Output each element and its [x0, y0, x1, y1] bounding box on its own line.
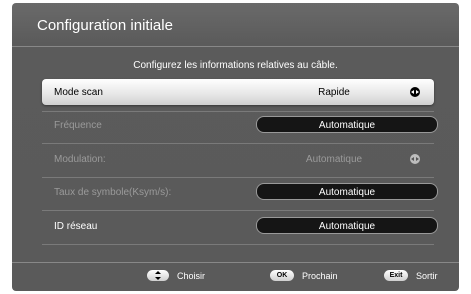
mode-scan-value: Rapide — [318, 86, 350, 98]
hint-next[interactable]: OK Prochain — [270, 270, 338, 281]
hint-label: Sortir — [416, 270, 438, 281]
row-symbol-rate: Taux de symbole(Ksym/s): Automatique — [42, 179, 438, 205]
hint-label: Choisir — [177, 270, 206, 281]
hint-exit[interactable]: Exit Sortir — [384, 270, 438, 281]
row-frequence: Fréquence Automatique — [42, 112, 438, 138]
row-divider — [42, 210, 434, 211]
row-modulation: Modulation: Automatique — [42, 146, 434, 172]
dialog-subtitle: Configurez les informations relatives au… — [133, 60, 338, 71]
footer-hints: Choisir OK Prochain Exit Sortir — [12, 268, 459, 288]
row-network-id[interactable]: ID réseau Automatique — [42, 213, 438, 239]
setup-dialog: Configuration initiale Configurez les in… — [12, 3, 459, 291]
row-divider — [42, 143, 434, 144]
exit-key: Exit — [384, 270, 408, 281]
title-divider — [12, 46, 459, 47]
row-label: Taux de symbole(Ksym/s): — [54, 186, 172, 198]
network-id-field[interactable]: Automatique — [256, 217, 438, 234]
row-label: Fréquence — [54, 119, 102, 131]
row-divider — [42, 177, 434, 178]
hint-label: Prochain — [302, 270, 338, 281]
footer-divider — [12, 262, 459, 263]
modulation-value: Automatique — [305, 153, 363, 165]
left-right-arrows-icon — [410, 154, 420, 164]
row-divider — [42, 244, 434, 245]
row-label: ID réseau — [54, 220, 98, 232]
dialog-title: Configuration initiale — [37, 17, 173, 34]
ok-key: OK — [270, 270, 294, 281]
left-right-arrows-icon[interactable] — [410, 87, 420, 97]
row-mode-scan[interactable]: Mode scan Rapide — [42, 79, 434, 105]
frequence-field: Automatique — [256, 116, 438, 133]
row-label: Modulation: — [54, 153, 106, 165]
up-down-arrows-icon — [147, 270, 169, 281]
hint-choose[interactable]: Choisir — [147, 270, 205, 281]
symbol-rate-field: Automatique — [256, 183, 438, 200]
row-label: Mode scan — [54, 86, 103, 98]
